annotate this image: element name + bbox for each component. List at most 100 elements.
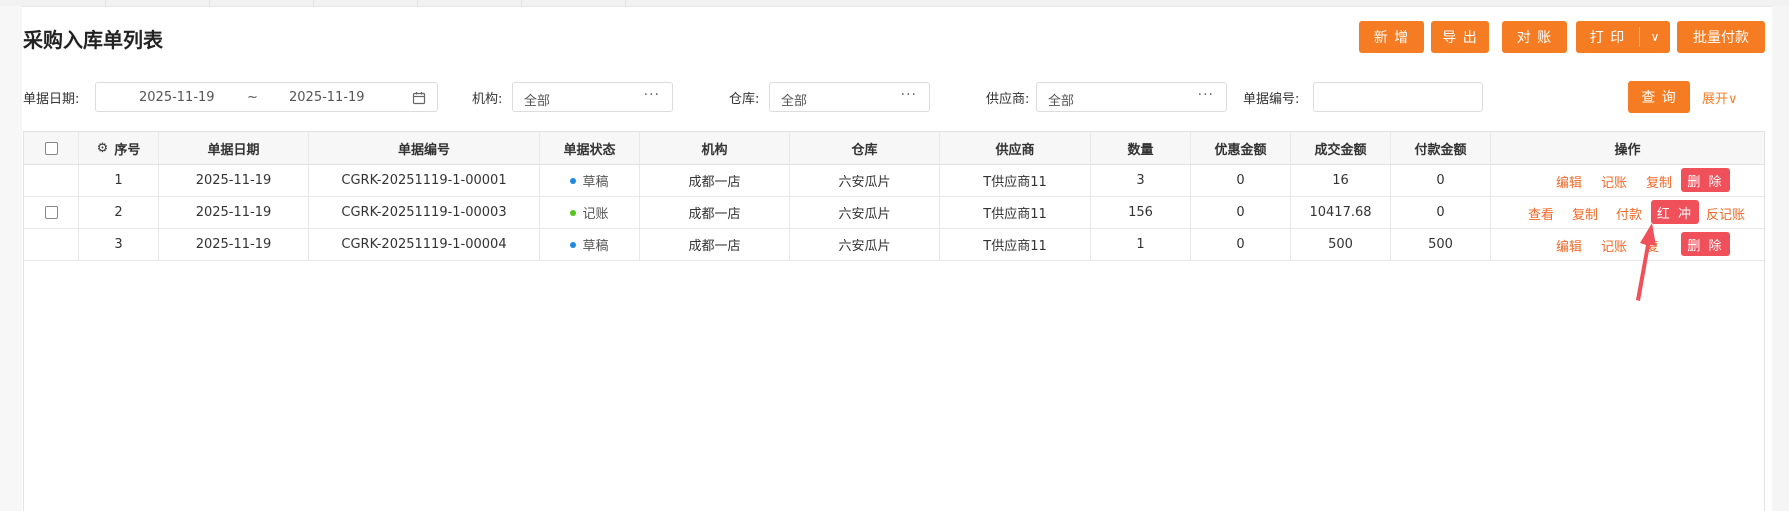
warehouse-cell: 六安瓜片 [790, 229, 940, 260]
table-row[interactable]: 2 2025-11-19 CGRK-20251119-1-00003 记账 成都… [24, 197, 1764, 229]
paid-cell: 500 [1391, 229, 1491, 260]
right-gutter [1772, 6, 1789, 511]
org-cell: 成都一店 [640, 229, 790, 260]
more-icon[interactable]: ··· [901, 87, 917, 103]
table-row[interactable]: 1 2025-11-19 CGRK-20251119-1-00001 草稿 成都… [24, 165, 1764, 197]
select-all-checkbox[interactable] [44, 141, 58, 155]
post-link[interactable]: 记账 [1601, 236, 1627, 255]
discount-cell: 0 [1191, 197, 1291, 228]
top-tab-strip [0, 0, 1789, 7]
print-button[interactable]: 打 印 [1576, 21, 1639, 53]
add-button[interactable]: 新 增 [1359, 21, 1424, 53]
calendar-icon[interactable] [412, 91, 426, 105]
amount-cell: 500 [1291, 229, 1391, 260]
more-icon[interactable]: ··· [1198, 87, 1214, 103]
supplier-cell: T供应商11 [940, 229, 1091, 260]
doc-number-link[interactable]: CGRK-20251119-1-00004 [309, 229, 540, 260]
amount-cell: 16 [1291, 165, 1391, 196]
qty-cell: 3 [1091, 165, 1191, 196]
status-badge: 记账 [540, 197, 640, 228]
tab-slot[interactable] [209, 0, 314, 6]
export-button[interactable]: 导 出 [1431, 21, 1489, 53]
row-number: 3 [79, 229, 159, 260]
date-range-picker[interactable]: 2025-11-19 ~ 2025-11-19 [95, 82, 438, 112]
doc-number-link[interactable]: CGRK-20251119-1-00001 [309, 165, 540, 196]
col-header: 机构 [640, 132, 790, 164]
status-dot [570, 177, 577, 184]
supplier-select[interactable]: 全部 ··· [1036, 82, 1227, 112]
view-link[interactable]: 查看 [1528, 204, 1554, 223]
supplier-value: 全部 [1048, 94, 1075, 109]
org-label: 机构: [472, 92, 503, 107]
row-checkbox[interactable] [44, 206, 58, 219]
gear-icon[interactable]: ⚙ [97, 141, 109, 156]
docno-input[interactable] [1313, 82, 1483, 112]
expand-toggle[interactable]: 展开∨ [1702, 88, 1738, 107]
qty-cell: 156 [1091, 197, 1191, 228]
status-badge: 草稿 [540, 165, 640, 196]
query-button[interactable]: 查 询 [1628, 81, 1690, 113]
row-select-cell [24, 229, 79, 260]
page-title: 采购入库单列表 [23, 28, 163, 52]
amount-cell: 10417.68 [1291, 197, 1391, 228]
col-header: 数量 [1091, 132, 1191, 164]
payment-link[interactable]: 付款 [1616, 204, 1642, 223]
doc-date: 2025-11-19 [159, 229, 309, 260]
warehouse-cell: 六安瓜片 [790, 165, 940, 196]
tab-slot[interactable] [521, 0, 626, 6]
copy-link[interactable]: 复 [1646, 236, 1659, 255]
col-header: 供应商 [940, 132, 1091, 164]
supplier-label: 供应商: [986, 92, 1030, 107]
edit-link[interactable]: 编辑 [1556, 172, 1582, 191]
date-to[interactable]: 2025-11-19 [289, 90, 365, 105]
col-header: 付款金额 [1391, 132, 1491, 164]
tab-slot[interactable] [105, 0, 210, 6]
chevron-down-icon[interactable]: ∨ [1640, 21, 1670, 53]
reverse-button[interactable]: 红 冲 [1651, 200, 1699, 224]
date-from[interactable]: 2025-11-19 [139, 90, 215, 105]
supplier-cell: T供应商11 [940, 197, 1091, 228]
copy-link[interactable]: 复制 [1572, 204, 1598, 223]
row-actions: 编辑 记账 复 删 除 [1491, 229, 1764, 260]
select-all-cell [24, 132, 79, 164]
col-header: 单据编号 [309, 132, 540, 164]
row-number: 1 [79, 165, 159, 196]
delete-button[interactable]: 删 除 [1681, 232, 1730, 256]
more-icon[interactable]: ··· [644, 87, 660, 103]
paid-cell: 0 [1391, 197, 1491, 228]
copy-link[interactable]: 复制 [1646, 172, 1672, 191]
batch-pay-button[interactable]: 批量付款 [1677, 21, 1765, 53]
row-number: 2 [79, 197, 159, 228]
date-label: 单据日期: [23, 92, 80, 107]
post-link[interactable]: 记账 [1601, 172, 1627, 191]
edit-link[interactable]: 编辑 [1556, 236, 1582, 255]
delete-button[interactable]: 删 除 [1681, 168, 1730, 192]
status-dot [570, 241, 577, 248]
tab-slot[interactable] [313, 0, 418, 6]
paid-cell: 0 [1391, 165, 1491, 196]
org-cell: 成都一店 [640, 165, 790, 196]
col-header: 优惠金额 [1191, 132, 1291, 164]
status-dot [570, 209, 577, 216]
table-header: ⚙ 序号 单据日期 单据编号 单据状态 机构 仓库 供应商 数量 优惠金额 成交金… [24, 132, 1764, 165]
table-row[interactable]: 3 2025-11-19 CGRK-20251119-1-00004 草稿 成都… [24, 229, 1764, 261]
col-header: 成交金额 [1291, 132, 1391, 164]
row-actions: 查看 复制 付款 红 冲 反记账 [1491, 197, 1764, 228]
col-header: 单据日期 [159, 132, 309, 164]
org-cell: 成都一店 [640, 197, 790, 228]
print-split-button: 打 印 ∨ [1576, 21, 1670, 53]
doc-number-link[interactable]: CGRK-20251119-1-00003 [309, 197, 540, 228]
unpost-link[interactable]: 反记账 [1706, 204, 1745, 223]
row-select-cell [24, 165, 79, 196]
org-select[interactable]: 全部 ··· [512, 82, 673, 112]
date-separator: ~ [247, 90, 258, 105]
doc-date: 2025-11-19 [159, 197, 309, 228]
supplier-cell: T供应商11 [940, 165, 1091, 196]
doc-date: 2025-11-19 [159, 165, 309, 196]
status-badge: 草稿 [540, 229, 640, 260]
reconcile-button[interactable]: 对 账 [1502, 21, 1567, 53]
qty-cell: 1 [1091, 229, 1191, 260]
warehouse-select[interactable]: 全部 ··· [769, 82, 930, 112]
tab-slot[interactable] [417, 0, 522, 6]
col-header: 仓库 [790, 132, 940, 164]
